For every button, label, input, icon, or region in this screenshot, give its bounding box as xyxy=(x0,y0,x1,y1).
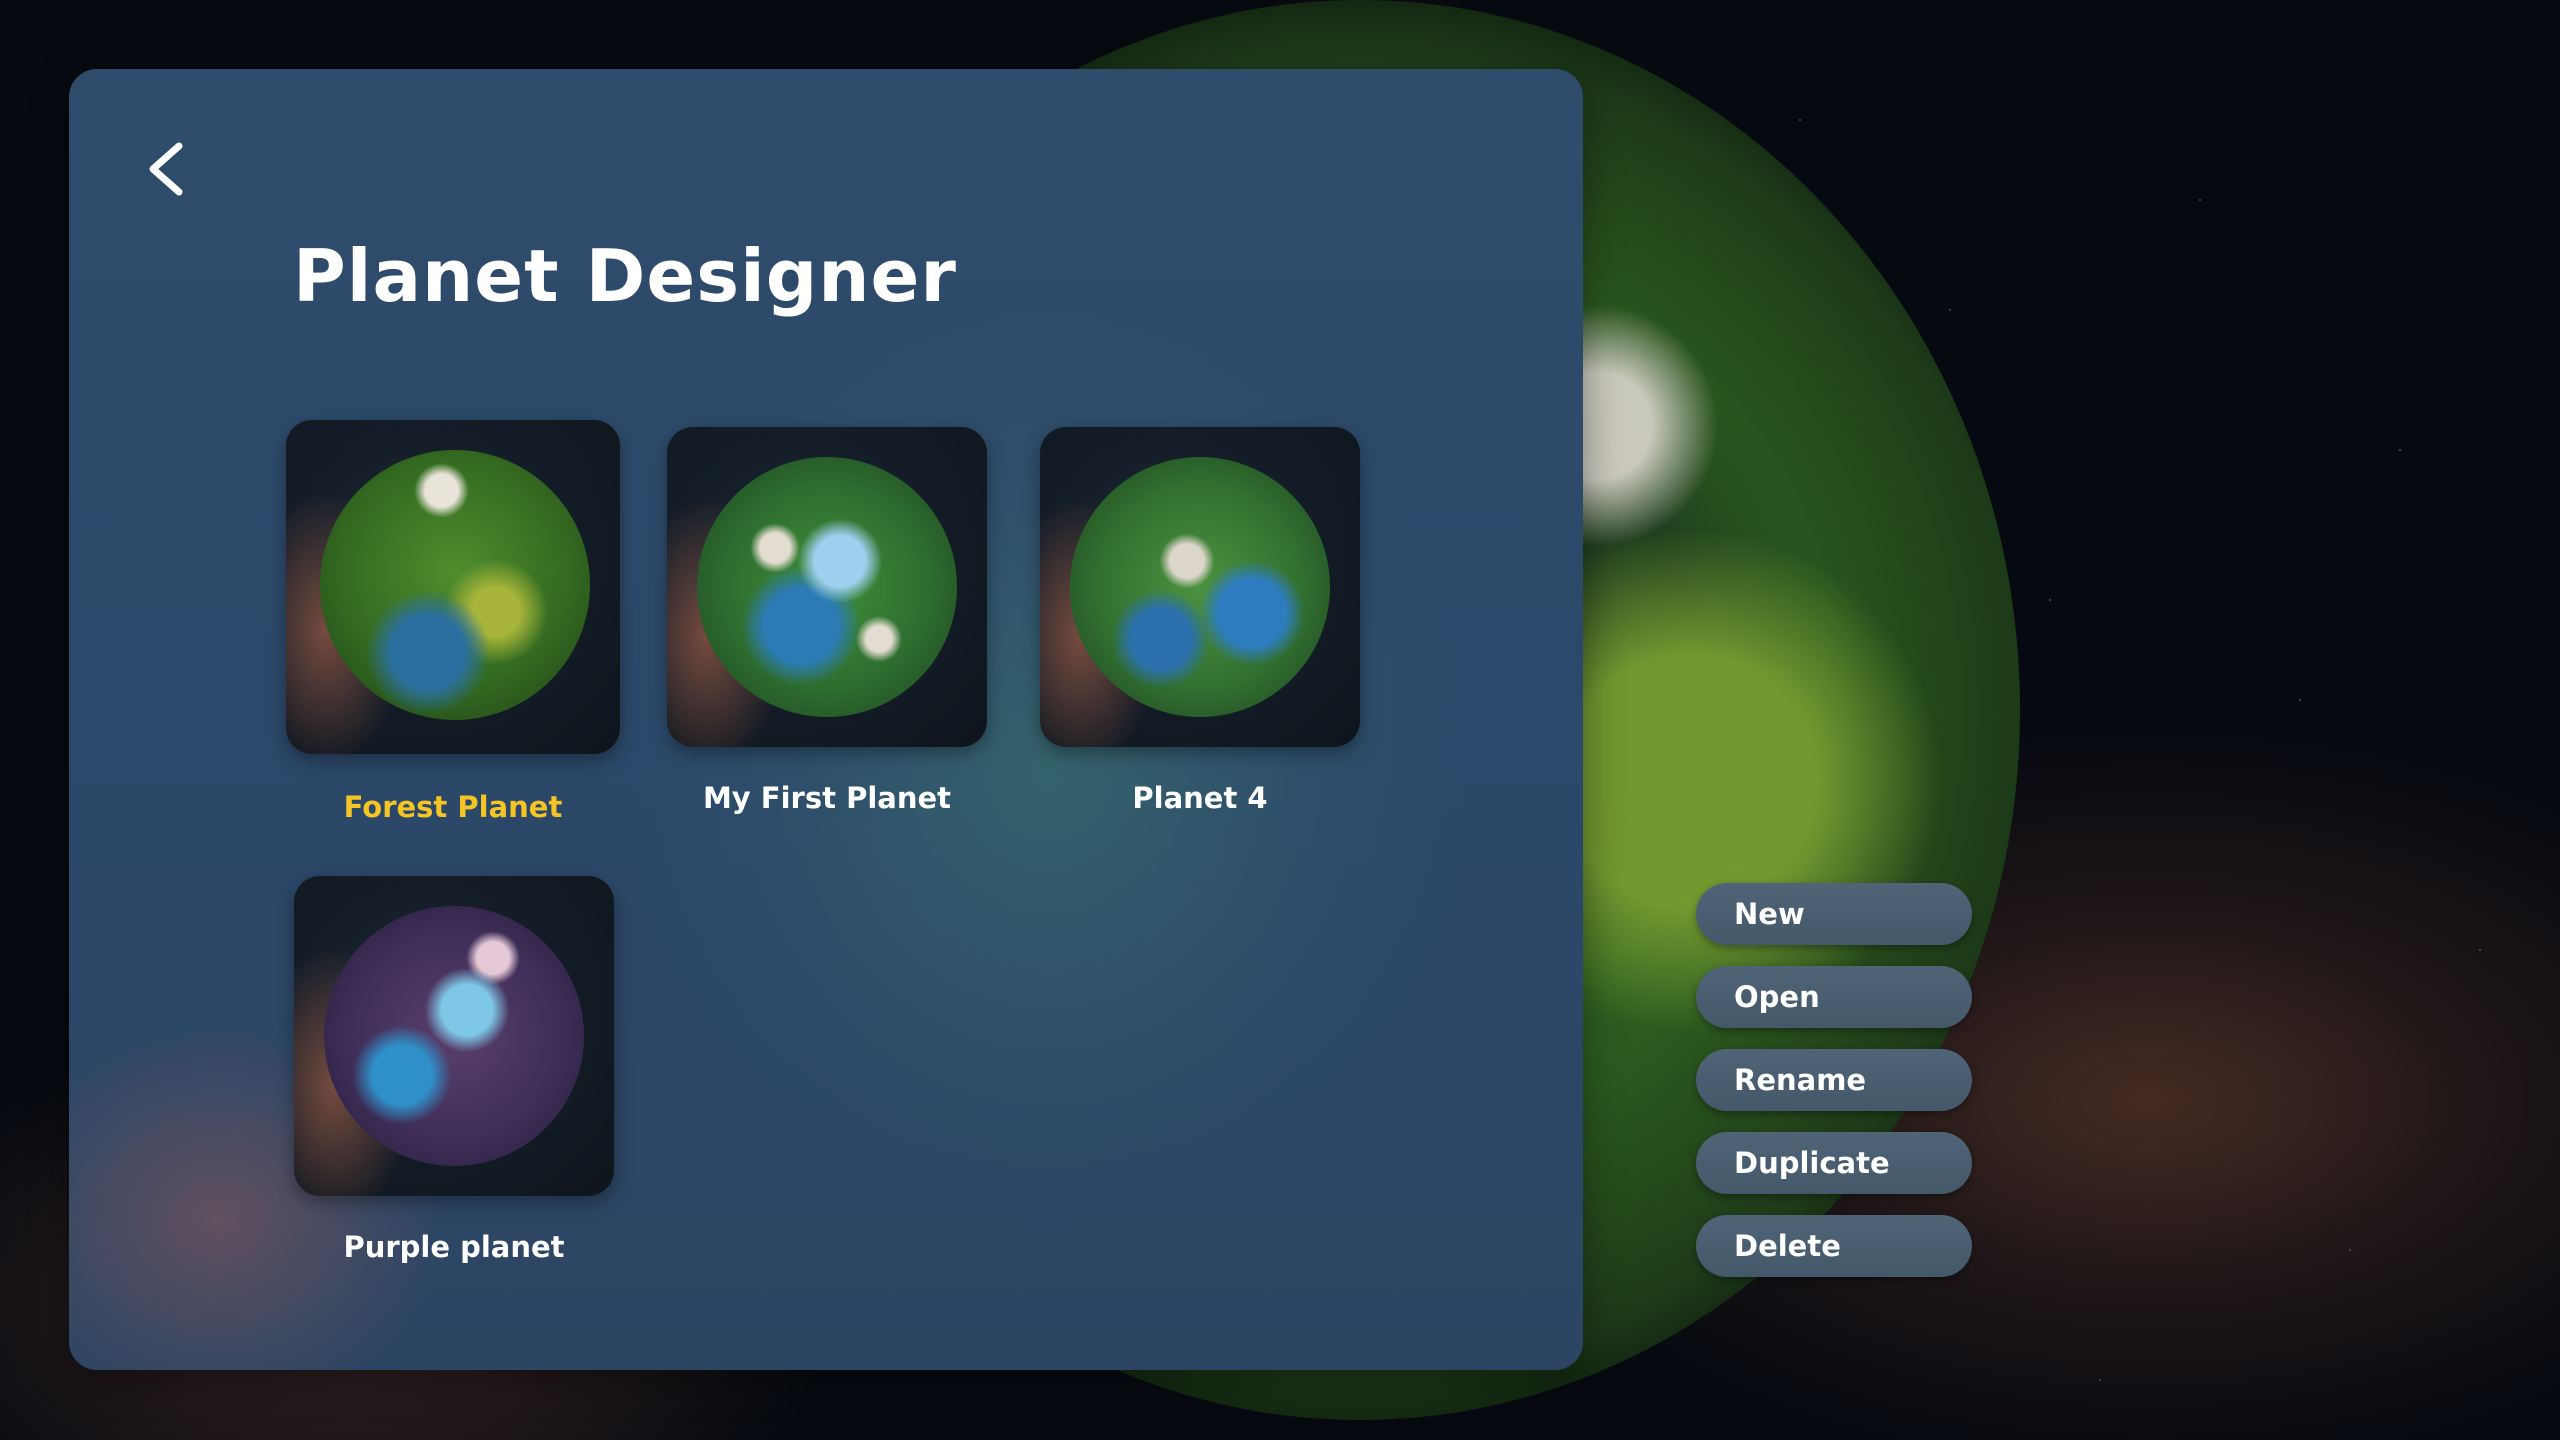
planet-card-forest-planet[interactable]: Forest Planet xyxy=(286,420,620,824)
open-button[interactable]: Open xyxy=(1696,966,1972,1028)
planet-name: Planet 4 xyxy=(1132,781,1268,815)
planet-card-my-first-planet[interactable]: My First Planet xyxy=(667,427,987,815)
delete-button[interactable]: Delete xyxy=(1696,1215,1972,1277)
game-scene: Planet Designer Forest Planet My First P… xyxy=(0,0,2560,1440)
new-button[interactable]: New xyxy=(1696,883,1972,945)
planet-thumbnail xyxy=(667,427,987,747)
page-title: Planet Designer xyxy=(293,234,957,318)
back-button[interactable] xyxy=(139,134,199,204)
planet-designer-panel: Planet Designer Forest Planet My First P… xyxy=(69,69,1583,1370)
planet-card-purple-planet[interactable]: Purple planet xyxy=(294,876,614,1264)
planet-name: Forest Planet xyxy=(343,790,563,824)
planet-name: My First Planet xyxy=(702,781,952,815)
planet-image xyxy=(320,450,590,720)
rename-button[interactable]: Rename xyxy=(1696,1049,1972,1111)
planet-thumbnail xyxy=(1040,427,1360,747)
duplicate-button[interactable]: Duplicate xyxy=(1696,1132,1972,1194)
chevron-left-icon xyxy=(149,142,183,196)
planet-image xyxy=(697,457,957,717)
planet-image xyxy=(324,906,584,1166)
planet-image xyxy=(1070,457,1330,717)
planet-thumbnail xyxy=(294,876,614,1196)
planet-card-planet-4[interactable]: Planet 4 xyxy=(1040,427,1360,815)
planet-thumbnail xyxy=(286,420,620,754)
planet-actions-menu: New Open Rename Duplicate Delete xyxy=(1696,883,1972,1298)
planet-name: Purple planet xyxy=(343,1230,565,1264)
